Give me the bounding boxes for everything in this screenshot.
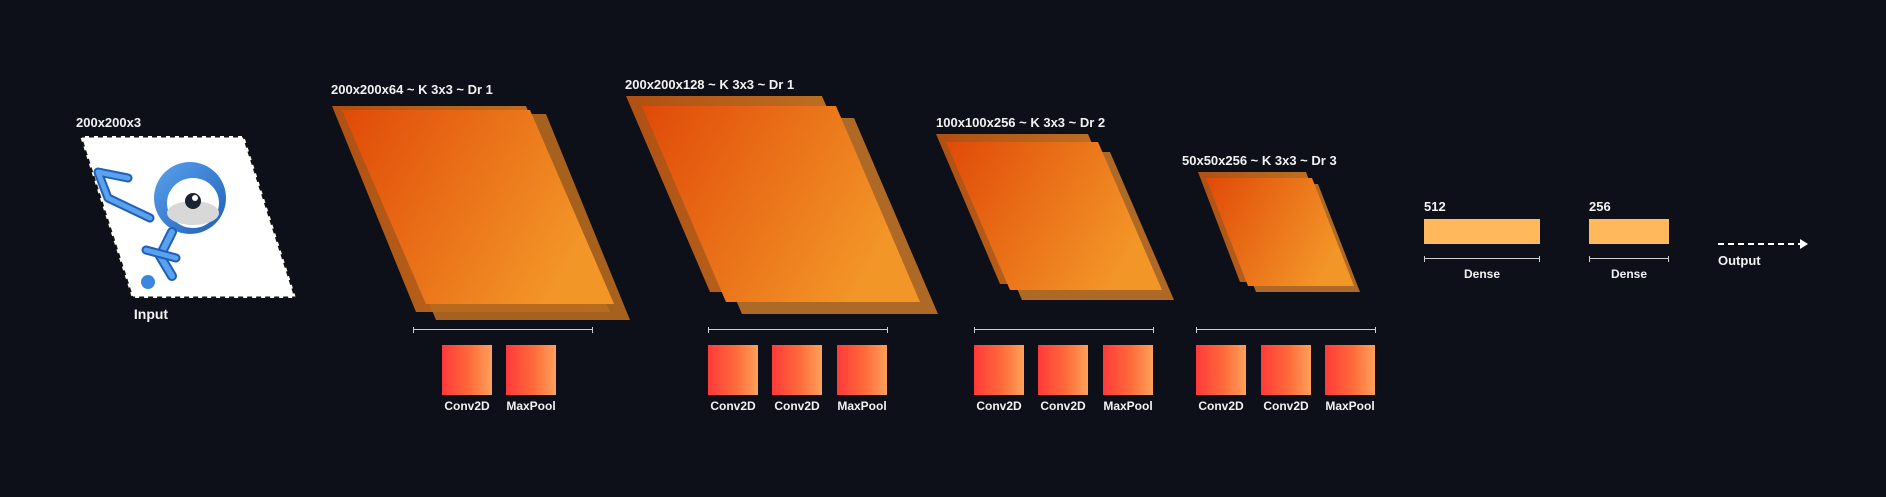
dense-256-caption: Dense [1610, 267, 1648, 281]
op-label: Conv2D [1198, 399, 1244, 413]
diagram-canvas [77, 96, 1360, 320]
output-caption: Output [1718, 253, 1761, 268]
cnn-architecture-diagram: 200x200x3 Input 200x200x64 ~ K 3x3 ~ Dr … [0, 0, 1886, 497]
conv2d-block [772, 345, 822, 395]
layer-3-label: 100x100x256 ~ K 3x3 ~ Dr 2 [936, 115, 1106, 130]
input-size-label: 200x200x3 [76, 115, 142, 130]
maxpool-block [1103, 345, 1153, 395]
op-label: MaxPool [1325, 399, 1375, 413]
output-arrow-icon [1718, 239, 1808, 249]
feature-map-layer-2 [626, 96, 938, 314]
layer-4-label: 50x50x256 ~ K 3x3 ~ Dr 3 [1182, 153, 1337, 168]
op-label: Conv2D [710, 399, 756, 413]
conv2d-block [442, 345, 492, 395]
op-label: Conv2D [1040, 399, 1086, 413]
dense-512-caption: Dense [1463, 267, 1501, 281]
layer-3-bracket [974, 327, 1154, 333]
dense-256-bar [1589, 219, 1669, 244]
layer-1-label: 200x200x64 ~ K 3x3 ~ Dr 1 [331, 82, 493, 97]
conv2d-block [1261, 345, 1311, 395]
conv2d-block [708, 345, 758, 395]
conv2d-block [1196, 345, 1246, 395]
conv2d-block [1038, 345, 1088, 395]
layer-2-label: 200x200x128 ~ K 3x3 ~ Dr 1 [625, 77, 795, 92]
conv2d-block [974, 345, 1024, 395]
dense-256-units: 256 [1589, 199, 1611, 214]
layer-1-bracket [413, 327, 593, 333]
maxpool-block [837, 345, 887, 395]
maxpool-block [506, 345, 556, 395]
feature-map-layer-1 [332, 106, 630, 320]
input-caption: Input [133, 306, 169, 322]
dense-512-bar [1424, 219, 1540, 244]
feature-map-layer-3 [936, 134, 1174, 300]
layer-4-bracket [1196, 327, 1376, 333]
dense-512-units: 512 [1424, 199, 1446, 214]
op-label: Conv2D [774, 399, 820, 413]
maxpool-block [1325, 345, 1375, 395]
op-label: Conv2D [1263, 399, 1309, 413]
op-label: Conv2D [976, 399, 1022, 413]
op-label: Conv2D [444, 399, 490, 413]
op-label: MaxPool [1103, 399, 1153, 413]
dense-512-bracket [1424, 256, 1540, 262]
op-label: MaxPool [837, 399, 887, 413]
layer-2-bracket [708, 327, 888, 333]
feature-map-layer-4 [1198, 172, 1360, 292]
input-image [77, 134, 299, 300]
dense-256-bracket [1589, 256, 1669, 262]
op-label: MaxPool [506, 399, 556, 413]
